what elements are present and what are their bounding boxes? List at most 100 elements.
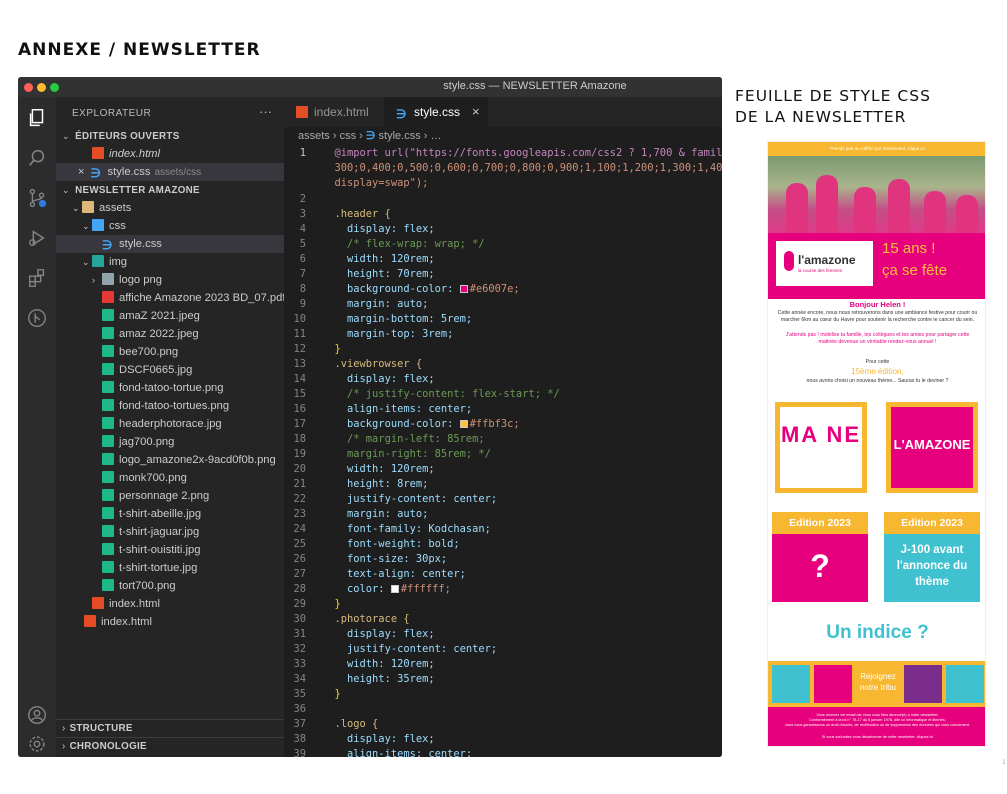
chevron-down-icon: ⌄ xyxy=(82,221,90,231)
color-swatch[interactable] xyxy=(459,420,468,428)
image-file-icon xyxy=(102,543,114,555)
open-editor-item[interactable]: index.html xyxy=(56,145,284,163)
file-item[interactable]: t-shirt-ouistiti.jpg xyxy=(56,541,284,559)
image-file-icon xyxy=(102,507,114,519)
file-item[interactable]: bee700.png xyxy=(56,343,284,361)
folder-icon xyxy=(82,201,94,213)
image-file-icon xyxy=(102,453,114,465)
code-line: 25 font-weight: bold; xyxy=(293,538,460,550)
unsubscribe-link[interactable]: Si vous souhaitez vous désabonner de cet… xyxy=(774,735,981,740)
file-item[interactable]: monk700.png xyxy=(56,469,284,487)
folder-img[interactable]: ⌄ img xyxy=(56,253,284,271)
folder-icon xyxy=(92,255,104,267)
file-item[interactable]: affiche Amazone 2023 BD_07.pdf xyxy=(56,289,285,307)
folder-css[interactable]: ⌄ css xyxy=(56,217,284,235)
file-item[interactable]: amaz 2022.jpeg xyxy=(56,325,284,343)
close-icon[interactable]: × xyxy=(78,166,85,178)
code-line: 17 background-color: #ffbf3c; xyxy=(293,418,520,430)
code-line: 23 margin: auto; xyxy=(293,508,429,520)
code-line: 33 width: 120rem; xyxy=(293,658,435,670)
image-file-icon xyxy=(102,435,114,447)
code-line: 36 xyxy=(293,703,306,715)
page: ANNEXE / NEWSLETTER style.css — NEWSLETT… xyxy=(0,0,1007,794)
newsletter-topbar[interactable]: Prends part au roffrim pur monirovant, c… xyxy=(768,142,985,156)
file-item[interactable]: personnage 2.png xyxy=(56,487,284,505)
project-section[interactable]: ⌄ NEWSLETTER AMAZONE xyxy=(56,181,284,199)
edition-card-countdown: Edition 2023 J-100 avant l'annonce du th… xyxy=(884,512,980,602)
settings-gear-icon[interactable] xyxy=(26,733,48,755)
code-line: 19 margin-right: 85rem; */ xyxy=(293,448,491,460)
close-tab-icon[interactable]: × xyxy=(472,104,480,119)
file-item[interactable]: amaZ 2021.jpeg xyxy=(56,307,284,325)
file-item[interactable]: t-shirt-jaguar.jpg xyxy=(56,523,284,541)
structure-section[interactable]: › STRUCTURE xyxy=(56,719,284,737)
folder-icon xyxy=(92,219,104,231)
code-line: 6 width: 120rem; xyxy=(299,253,435,265)
tab-style-css[interactable]: ∋ style.css × xyxy=(384,97,488,127)
mobilise-paragraph: J'attends pas ! mobilise ta famille, tes… xyxy=(785,332,970,345)
code-line: 31 display: flex; xyxy=(293,628,435,640)
code-line: display=swap"); xyxy=(334,177,429,189)
code-line: 10 margin-bottom: 5rem; xyxy=(293,313,473,325)
file-item[interactable]: fond-tatoo-tortue.png xyxy=(56,379,284,397)
code-line: 21 height: 8rem; xyxy=(293,478,429,490)
amazone-logo: l'amazone la course des femmes xyxy=(776,241,873,286)
code-line: 7 height: 70rem; xyxy=(299,268,435,280)
extensions-icon[interactable] xyxy=(26,267,48,289)
file-item[interactable]: fond-tatoo-tortues.png xyxy=(56,397,284,415)
explorer-icon[interactable] xyxy=(26,107,48,129)
explorer-sidebar: EXPLORATEUR ··· ⌄ ÉDITEURS OUVERTS index… xyxy=(56,97,285,757)
code-line: 26 font-size: 30px; xyxy=(293,553,448,565)
code-editor[interactable]: 1 @import url("https://fonts.googleapis.… xyxy=(284,145,722,757)
file-style-css[interactable]: ∋ style.css xyxy=(56,235,284,253)
file-item[interactable]: tort700.png xyxy=(56,577,284,595)
source-control-icon[interactable] xyxy=(26,187,48,209)
code-line: 5 /* flex-wrap: wrap; */ xyxy=(299,238,485,250)
edition-card-mystery: Edition 2023 ? xyxy=(772,512,868,602)
color-swatch[interactable] xyxy=(459,285,468,293)
folder-assets[interactable]: ⌄ assets xyxy=(56,199,284,217)
git-graph-icon[interactable] xyxy=(26,307,48,329)
image-file-icon xyxy=(102,525,114,537)
code-line: 24 font-family: Kodchasan; xyxy=(293,523,491,535)
code-line: 34 height: 35rem; xyxy=(293,673,435,685)
file-item[interactable]: t-shirt-abeille.jpg xyxy=(56,505,284,523)
more-actions-icon[interactable]: ··· xyxy=(259,104,272,119)
folder-logo-png[interactable]: › logo png xyxy=(56,271,284,289)
code-line: 37 .logo { xyxy=(293,718,379,730)
title-bar: style.css — NEWSLETTER Amazone xyxy=(18,77,722,97)
timeline-section[interactable]: › CHRONOLOGIE xyxy=(56,737,284,755)
code-line: 3 .header { xyxy=(299,208,391,220)
file-item[interactable]: t-shirt-tortue.jpg xyxy=(56,559,284,577)
image-file-icon xyxy=(102,417,114,429)
file-item[interactable]: jag700.png xyxy=(56,433,284,451)
account-icon[interactable] xyxy=(26,704,48,726)
poster-tile-2021: MA NE xyxy=(775,402,867,493)
code-line: 38 display: flex; xyxy=(293,733,435,745)
file-assets-index-html[interactable]: index.html xyxy=(56,595,284,613)
css-file-icon: ∋ xyxy=(365,130,376,142)
file-item[interactable]: headerphotorace.jpg xyxy=(56,415,284,433)
file-root-index-html[interactable]: index.html xyxy=(56,613,284,631)
monkey-icon xyxy=(772,665,810,703)
open-editors-section[interactable]: ⌄ ÉDITEURS OUVERTS xyxy=(56,127,284,145)
code-line: 14 display: flex; xyxy=(293,373,435,385)
tab-index-html[interactable]: index.html xyxy=(284,97,384,127)
file-item[interactable]: DSCF0665.jpg xyxy=(56,361,284,379)
file-item[interactable]: logo_amazone2x-9acd0f0b.png xyxy=(56,451,284,469)
pdf-file-icon xyxy=(102,291,114,303)
code-line: 1 @import url("https://fonts.googleapis.… xyxy=(299,147,722,159)
explorer-header: EXPLORATEUR xyxy=(72,108,152,119)
edition-number: 15ème édition, xyxy=(851,367,904,376)
open-editor-item-active[interactable]: × ∋ style.css assets/css xyxy=(56,163,284,181)
search-icon[interactable] xyxy=(26,147,48,169)
run-debug-icon[interactable] xyxy=(26,227,48,249)
code-line: 12 } xyxy=(293,343,341,355)
color-swatch[interactable] xyxy=(390,585,399,593)
code-line: 20 width: 120rem; xyxy=(293,463,435,475)
image-file-icon xyxy=(102,561,114,573)
tribe-banner[interactable]: Rejoignez notre tribu xyxy=(768,661,985,707)
newsletter-heading: FEUILLE DE STYLE CSS DE LA NEWSLETTER xyxy=(735,87,931,126)
image-file-icon xyxy=(102,327,114,339)
bee-icon xyxy=(946,665,984,703)
